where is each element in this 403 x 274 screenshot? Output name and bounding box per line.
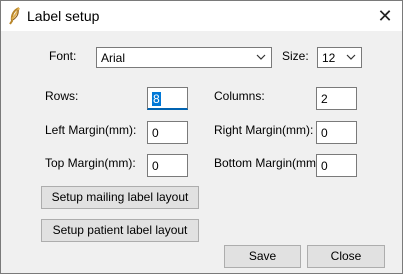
font-select[interactable]: Arial <box>96 47 272 68</box>
window-title: Label setup <box>27 8 100 24</box>
dialog-body: Font: Arial Size: 12 Rows: 8 Columns: 2 … <box>1 31 402 273</box>
rows-input[interactable]: 8 <box>147 87 188 110</box>
left-margin-input[interactable]: 0 <box>147 121 188 144</box>
columns-label: Columns: <box>214 89 265 103</box>
chevron-down-icon <box>256 54 266 60</box>
right-margin-input[interactable]: 0 <box>316 121 357 144</box>
top-margin-input-value: 0 <box>152 159 159 173</box>
right-margin-input-value: 0 <box>321 126 328 140</box>
size-select[interactable]: 12 <box>317 47 362 68</box>
setup-patient-label-layout-button[interactable]: Setup patient label layout <box>41 219 199 242</box>
font-label: Font: <box>49 49 77 63</box>
bottom-margin-input-value: 0 <box>321 159 328 173</box>
right-margin-label: Right Margin(mm): <box>214 123 314 137</box>
chevron-down-icon <box>346 54 356 60</box>
label-setup-window: Label setup ✕ Font: Arial Size: 12 Rows:… <box>0 0 403 274</box>
left-margin-label: Left Margin(mm): <box>45 123 137 137</box>
size-select-value: 12 <box>322 51 336 65</box>
columns-input[interactable]: 2 <box>316 87 357 110</box>
rows-label: Rows: <box>45 89 79 103</box>
columns-input-value: 2 <box>321 92 328 106</box>
left-margin-input-value: 0 <box>152 126 159 140</box>
title-bar[interactable]: Label setup ✕ <box>1 1 402 31</box>
feather-icon <box>9 7 20 25</box>
bottom-margin-input[interactable]: 0 <box>316 154 357 177</box>
setup-mailing-label-layout-button[interactable]: Setup mailing label layout <box>41 186 199 209</box>
font-select-value: Arial <box>101 51 126 65</box>
bottom-margin-label: Bottom Margin(mm): <box>214 156 324 170</box>
size-label: Size: <box>282 49 309 63</box>
save-button[interactable]: Save <box>224 245 301 268</box>
close-window-icon[interactable]: ✕ <box>368 1 402 31</box>
top-margin-input[interactable]: 0 <box>147 154 188 177</box>
close-button[interactable]: Close <box>307 245 385 268</box>
top-margin-label: Top Margin(mm): <box>45 156 136 170</box>
rows-input-value: 8 <box>152 92 161 106</box>
